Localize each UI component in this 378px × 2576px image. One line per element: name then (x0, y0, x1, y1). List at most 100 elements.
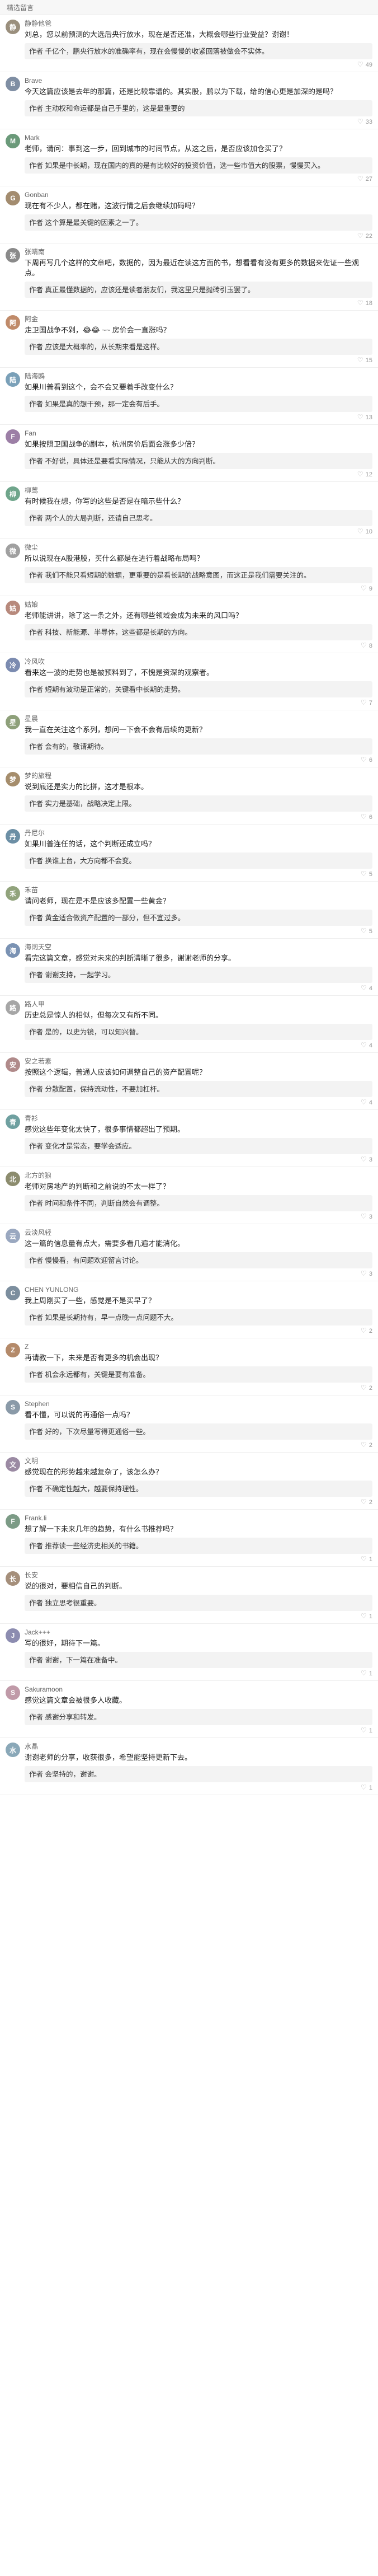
avatar[interactable]: 长 (6, 1571, 20, 1586)
like-button[interactable]: 13 (357, 413, 372, 421)
like-button[interactable]: 10 (357, 527, 372, 536)
avatar[interactable]: G (6, 191, 20, 205)
commenter-name[interactable]: 梦的旅程 (25, 772, 372, 780)
like-button[interactable]: 1 (361, 1783, 372, 1792)
commenter-name[interactable]: Gonban (25, 191, 372, 199)
comment-actions: 1 (25, 1726, 372, 1735)
commenter-name[interactable]: 陆海鸥 (25, 372, 372, 380)
commenter-name[interactable]: Brave (25, 77, 372, 85)
commenter-name[interactable]: 长安 (25, 1571, 372, 1579)
avatar[interactable]: 禾 (6, 886, 20, 901)
like-button[interactable]: 4 (361, 1098, 372, 1107)
like-button[interactable]: 2 (361, 1384, 372, 1392)
commenter-name[interactable]: 姑娘 (25, 601, 372, 608)
like-button[interactable]: 5 (361, 927, 372, 935)
avatar[interactable]: J (6, 1628, 20, 1643)
like-button[interactable]: 9 (361, 584, 372, 593)
avatar[interactable]: 姑 (6, 601, 20, 615)
commenter-name[interactable]: CHEN YUNLONG (25, 1286, 372, 1294)
avatar[interactable]: 水 (6, 1743, 20, 1757)
author-reply-text: 作者 慢慢看，有问题欢迎留言讨论。 (29, 1257, 143, 1264)
commenter-name[interactable]: 丹尼尔 (25, 829, 372, 837)
avatar[interactable]: F (6, 1514, 20, 1529)
avatar[interactable]: 静 (6, 20, 20, 34)
avatar[interactable]: C (6, 1286, 20, 1300)
avatar[interactable]: S (6, 1400, 20, 1415)
commenter-name[interactable]: 静静他爸 (25, 20, 372, 27)
commenter-name[interactable]: 柳莺 (25, 486, 372, 494)
avatar[interactable]: 阿 (6, 315, 20, 330)
commenter-name[interactable]: 海阔天空 (25, 943, 372, 951)
comment-item: 路路人甲 历史总是惊人的相似，但每次又有所不同。 作者 是的，以史为镜，可以知兴替。… (0, 996, 378, 1053)
like-button[interactable]: 3 (361, 1212, 372, 1221)
heart-icon (361, 927, 367, 935)
avatar[interactable]: 路 (6, 1000, 20, 1015)
like-button[interactable]: 12 (357, 470, 372, 479)
like-button[interactable]: 5 (361, 870, 372, 878)
author-reply-text: 作者 时间和条件不同，判断自然会有调整。 (29, 1200, 164, 1207)
like-button[interactable]: 1 (361, 1555, 372, 1563)
author-reply-text: 作者 谢谢，下一篇在准备中。 (29, 1656, 122, 1664)
avatar[interactable]: 梦 (6, 772, 20, 786)
like-button[interactable]: 3 (361, 1155, 372, 1164)
like-button[interactable]: 3 (361, 1270, 372, 1278)
commenter-name[interactable]: Stephen (25, 1400, 372, 1408)
commenter-name[interactable]: Mark (25, 134, 372, 142)
commenter-name[interactable]: 路人甲 (25, 1000, 372, 1008)
commenter-name[interactable]: 文明 (25, 1457, 372, 1465)
commenter-name[interactable]: 张晴南 (25, 248, 372, 256)
like-button[interactable]: 1 (361, 1669, 372, 1678)
like-button[interactable]: 8 (361, 641, 372, 650)
avatar[interactable]: 丹 (6, 829, 20, 844)
commenter-name[interactable]: 微尘 (25, 544, 372, 551)
like-button[interactable]: 18 (357, 299, 372, 307)
avatar[interactable]: 张 (6, 248, 20, 263)
like-button[interactable]: 1 (361, 1612, 372, 1620)
avatar[interactable]: 云 (6, 1229, 20, 1243)
like-button[interactable]: 2 (361, 1327, 372, 1335)
like-button[interactable]: 7 (361, 699, 372, 707)
commenter-name[interactable]: 北方的狼 (25, 1172, 372, 1179)
like-button[interactable]: 6 (361, 813, 372, 821)
avatar[interactable]: 文 (6, 1457, 20, 1472)
avatar[interactable]: 陆 (6, 372, 20, 387)
commenter-name[interactable]: 安之若素 (25, 1057, 372, 1065)
commenter-name[interactable]: Frank.li (25, 1514, 372, 1522)
avatar[interactable]: F (6, 429, 20, 444)
commenter-name[interactable]: 水晶 (25, 1743, 372, 1750)
commenter-name[interactable]: Sakuramoon (25, 1685, 372, 1693)
commenter-name[interactable]: Z (25, 1343, 372, 1351)
commenter-name[interactable]: 青衫 (25, 1114, 372, 1122)
commenter-name[interactable]: 禾苗 (25, 886, 372, 894)
like-button[interactable]: 15 (357, 356, 372, 364)
avatar[interactable]: 安 (6, 1057, 20, 1072)
like-button[interactable]: 2 (361, 1441, 372, 1449)
like-button[interactable]: 49 (357, 60, 372, 69)
avatar[interactable]: Z (6, 1343, 20, 1357)
avatar[interactable]: 微 (6, 544, 20, 558)
like-button[interactable]: 4 (361, 984, 372, 992)
avatar[interactable]: 北 (6, 1172, 20, 1186)
like-button[interactable]: 22 (357, 232, 372, 240)
like-button[interactable]: 27 (357, 175, 372, 183)
commenter-name[interactable]: Jack+++ (25, 1628, 372, 1636)
avatar[interactable]: M (6, 134, 20, 148)
avatar[interactable]: 星 (6, 715, 20, 729)
commenter-name[interactable]: 云淡风轻 (25, 1229, 372, 1237)
commenter-name[interactable]: Fan (25, 429, 372, 437)
avatar[interactable]: S (6, 1685, 20, 1700)
avatar[interactable]: 海 (6, 943, 20, 958)
commenter-name[interactable]: 阿金 (25, 315, 372, 323)
like-button[interactable]: 1 (361, 1726, 372, 1735)
avatar[interactable]: 青 (6, 1114, 20, 1129)
commenter-name[interactable]: 星晨 (25, 715, 372, 723)
like-button[interactable]: 6 (361, 756, 372, 764)
avatar[interactable]: B (6, 77, 20, 91)
like-button[interactable]: 33 (357, 118, 372, 126)
like-button[interactable]: 2 (361, 1498, 372, 1506)
avatar[interactable]: 冷 (6, 658, 20, 672)
avatar[interactable]: 柳 (6, 486, 20, 501)
like-button[interactable]: 4 (361, 1041, 372, 1050)
commenter-name[interactable]: 冷风吹 (25, 658, 372, 666)
comment-item: 禾禾苗 请问老师，现在是不是应该多配置一些黄金？ 作者 黄金适合做资产配置的一部分，… (0, 882, 378, 939)
